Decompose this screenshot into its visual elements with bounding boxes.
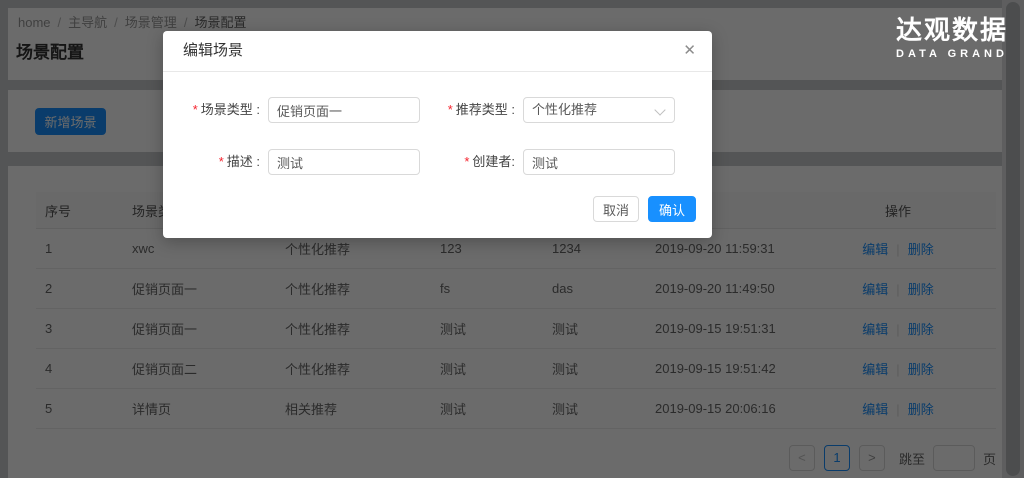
close-icon[interactable]: ✕ <box>683 42 696 60</box>
field-label-creator: * 创建者: <box>464 154 515 169</box>
creator-input[interactable] <box>523 149 675 175</box>
modal-title: 编辑场景 <box>183 42 244 59</box>
required-asterisk: * <box>464 154 470 169</box>
edit-scene-modal: 编辑场景 ✕ *场景类型 : *推荐类型 : 个性化推荐 *描述 : *创建者:… <box>163 31 712 238</box>
required-asterisk: * <box>192 102 198 117</box>
field-label-recommend-type: * 推荐类型 : <box>447 102 515 117</box>
brand-logo: 达观数据 DATA GRAND <box>896 16 1008 60</box>
required-asterisk: * <box>447 102 453 117</box>
app-root: home/主导航/场景管理/场景配置 场景配置 新增场景 序号场景类型操作 1x… <box>0 0 1024 478</box>
scene-type-input[interactable] <box>268 97 420 123</box>
recommend-type-select[interactable]: 个性化推荐 <box>523 97 675 123</box>
required-asterisk: * <box>218 154 224 169</box>
field-label-description: * 描述 : <box>218 154 260 169</box>
confirm-button[interactable]: 确认 <box>648 196 696 222</box>
chevron-down-icon <box>654 104 666 116</box>
description-input[interactable] <box>268 149 420 175</box>
brand-logo-cn: 达观数据 <box>895 15 1008 45</box>
brand-logo-en: DATA GRAND <box>896 48 1008 60</box>
modal-header: 编辑场景 ✕ <box>163 31 712 72</box>
cancel-button[interactable]: 取消 <box>593 196 639 222</box>
recommend-type-value: 个性化推荐 <box>532 102 598 117</box>
field-label-scene-type: * 场景类型 : <box>192 102 260 117</box>
